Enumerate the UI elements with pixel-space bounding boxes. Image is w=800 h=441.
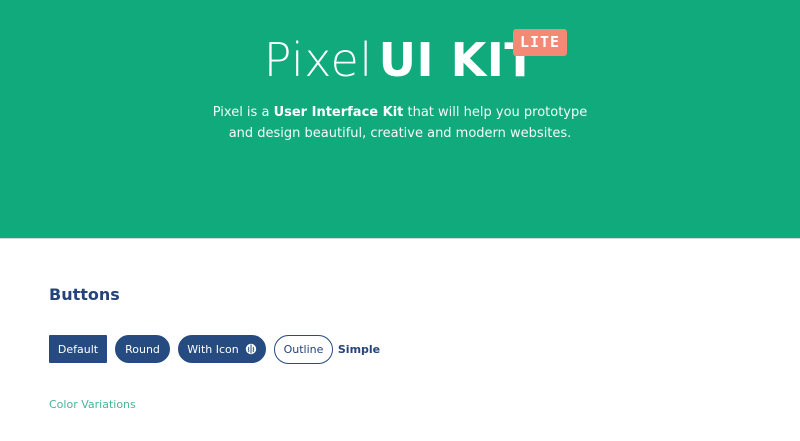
default-button[interactable]: Default	[49, 335, 107, 363]
subtitle-text-pre: Pixel is a	[212, 105, 274, 120]
outline-button[interactable]: Outline	[274, 334, 333, 364]
color-variations-heading: Color Variations	[49, 398, 136, 411]
buttons-row: Default Round With Icon Outline Simple	[49, 334, 380, 364]
simple-button[interactable]: Simple	[338, 335, 380, 363]
brain-icon	[245, 343, 257, 355]
subtitle-text-post: that will help you prototype	[403, 105, 588, 120]
subtitle-line-2: and design beautiful, creative and moder…	[228, 126, 572, 141]
hero-title: Pixel UI KIT	[264, 32, 537, 88]
with-icon-button-label: With Icon	[187, 342, 239, 356]
with-icon-button[interactable]: With Icon	[178, 335, 266, 363]
hero-banner: Pixel UI KIT LITE Pixel is a User Interfa…	[0, 0, 800, 239]
round-button[interactable]: Round	[115, 335, 170, 363]
subtitle-highlight: User Interface Kit	[273, 105, 404, 120]
hero-title-row: Pixel UI KIT	[0, 32, 800, 92]
lite-badge: LITE	[513, 29, 567, 56]
hero-title-light: Pixel	[263, 33, 373, 87]
buttons-section-title: Buttons	[49, 285, 120, 304]
hero-subtitle: Pixel is a User Interface Kit that will …	[0, 102, 800, 144]
